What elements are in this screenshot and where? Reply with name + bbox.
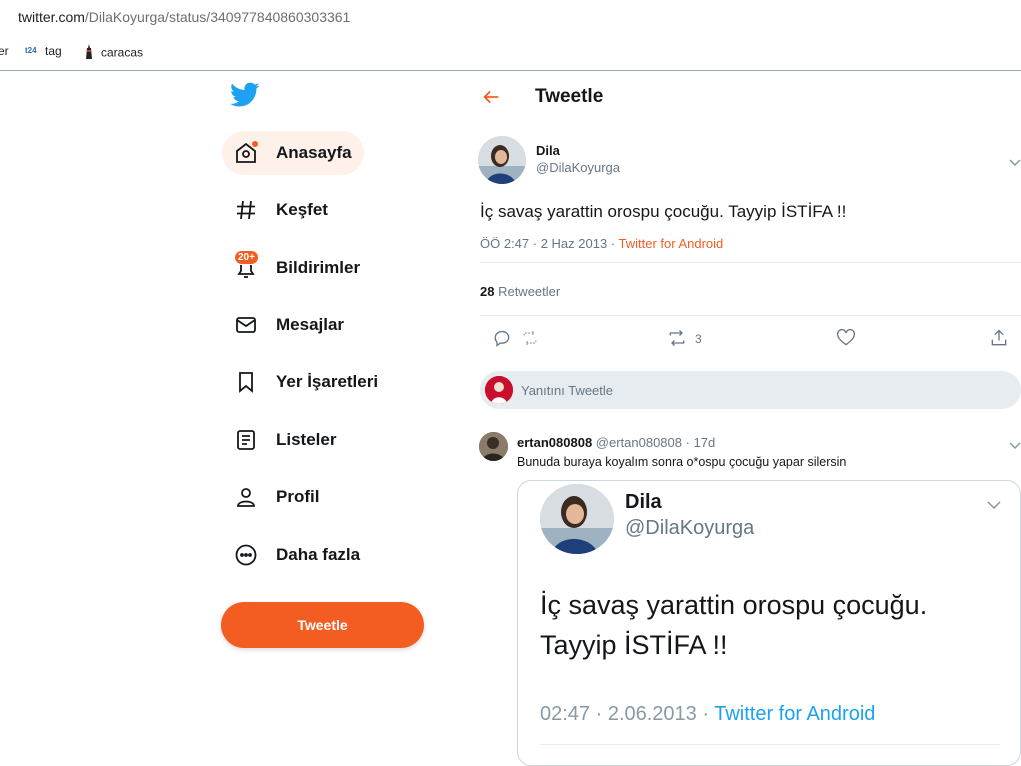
divider <box>480 315 1021 316</box>
page-header: Tweetle <box>480 82 1020 112</box>
reply-icon <box>492 328 512 351</box>
attached-image-card[interactable]: Dila @DilaKoyurga İç savaş yarattin oros… <box>517 480 1021 766</box>
card-divider <box>540 744 1000 745</box>
card-source: Twitter for Android <box>714 703 876 725</box>
retweet-action-count: 3 <box>695 332 702 346</box>
nav-item-home[interactable]: Anasayfa <box>222 131 364 175</box>
chevron-down-icon[interactable] <box>1008 437 1021 450</box>
address-bar[interactable]: twitter.com/DilaKoyurga/status/340977840… <box>0 0 1021 36</box>
share-icon <box>989 328 1009 351</box>
tweet-meta: ÖÖ 2:47 · 2 Haz 2013 · Twitter for Andro… <box>480 236 723 251</box>
like-button[interactable] <box>836 328 856 350</box>
reply-text: Bunuda buraya koyalım sonra o*ospu çocuğ… <box>517 455 847 469</box>
divider <box>480 262 1021 263</box>
nav-label: Bildirimler <box>276 258 361 277</box>
nav-item-more[interactable]: Daha fazla <box>222 533 372 577</box>
avatar[interactable] <box>478 136 526 184</box>
notification-badge: 20+ <box>234 250 259 265</box>
chevron-down-icon[interactable] <box>1008 154 1021 167</box>
tower-icon <box>83 44 95 63</box>
card-chevron-down-icon <box>986 497 1001 510</box>
bookmark-item-caracas[interactable]: caracas <box>83 44 143 63</box>
author-handle[interactable]: @DilaKoyurga <box>536 160 620 175</box>
back-arrow-icon[interactable] <box>480 86 502 108</box>
t24-icon: t24 <box>25 45 37 55</box>
share-button[interactable] <box>989 328 1009 350</box>
url-text[interactable]: twitter.com/DilaKoyurga/status/340977840… <box>18 9 350 25</box>
card-avatar <box>540 484 614 554</box>
author-name[interactable]: Dila <box>536 143 560 158</box>
heart-icon <box>836 328 856 351</box>
retweet-label: Retweetler <box>494 284 561 299</box>
nav-item-explore[interactable]: Keşfet <box>222 188 340 232</box>
compose-tweet-button[interactable]: Tweetle <box>221 602 424 648</box>
retweet-icon <box>667 328 687 351</box>
reply-header: ertan080808 @ertan080808 · 17d <box>517 435 715 450</box>
notification-dot <box>252 141 258 147</box>
nav-item-profile[interactable]: Profil <box>222 475 331 519</box>
nav-item-bookmarks[interactable]: Yer İşaretleri <box>222 360 390 404</box>
nav-label: Keşfet <box>276 200 328 219</box>
card-tweet-text: İç savaş yarattin orospu çocuğu. Tayyip … <box>540 590 928 660</box>
retweet-small-icon <box>520 328 540 351</box>
card-author-handle: @DilaKoyurga <box>625 517 755 539</box>
card-author-name: Dila <box>625 491 662 513</box>
twitter-bird-icon[interactable] <box>230 82 260 108</box>
reply-button[interactable] <box>492 328 512 350</box>
mail-icon <box>234 313 258 337</box>
chrome-divider <box>0 70 1021 71</box>
bookmark-item-er[interactable]: er <box>0 44 9 58</box>
bookmarks-bar: er t24 tag caracas <box>0 38 1021 66</box>
tweet-text: İç savaş yarattin orospu çocuğu. Tayyip … <box>480 202 847 221</box>
profile-icon <box>234 485 258 509</box>
nav-label: Profil <box>276 487 320 506</box>
url-path: /DilaKoyurga/status/340977840860303361 <box>84 9 351 25</box>
bell-icon: 20+ <box>234 250 259 280</box>
bookmark-label: er <box>0 44 9 58</box>
nav-label: Yer İşaretleri <box>276 372 379 391</box>
retweet-count[interactable]: 28 Retweetler <box>480 284 560 299</box>
nav-item-messages[interactable]: Mesajlar <box>222 303 356 347</box>
retweet-number: 28 <box>480 284 495 299</box>
retweet-broken-button[interactable] <box>520 328 540 350</box>
bookmark-icon <box>234 370 258 394</box>
url-host: twitter.com <box>18 9 85 25</box>
bookmark-item-tag[interactable]: t24 tag <box>25 44 62 58</box>
reply-author-name[interactable]: ertan080808 <box>517 435 592 450</box>
bookmark-label: caracas <box>101 45 144 60</box>
nav-item-lists[interactable]: Listeler <box>222 418 348 462</box>
nav-label: Daha fazla <box>276 545 361 564</box>
tweet-source[interactable]: Twitter for Android <box>619 236 724 251</box>
nav-label: Anasayfa <box>276 143 352 162</box>
page-title: Tweetle <box>535 86 604 107</box>
nav-item-notifications[interactable]: 20+ Bildirimler <box>222 246 372 290</box>
card-meta: 02:47 · 2.06.2013 · Twitter for Android <box>540 703 875 726</box>
avatar[interactable] <box>479 432 508 461</box>
home-icon <box>234 141 258 165</box>
nav-label: Mesajlar <box>276 315 345 334</box>
bookmark-label: tag <box>45 44 62 58</box>
nav-label: Listeler <box>276 430 337 449</box>
list-icon <box>234 428 258 452</box>
reply-handle-time[interactable]: @ertan080808 · 17d <box>592 435 715 450</box>
reply-placeholder: Yanıtını Tweetle <box>521 382 614 398</box>
hashtag-icon <box>234 198 258 222</box>
retweet-button[interactable]: 3 <box>667 328 702 350</box>
card-time: 02:47 · 2.06.2013 · <box>540 703 715 725</box>
reply-compose-box[interactable]: Yanıtını Tweetle <box>480 371 1021 409</box>
more-icon <box>234 543 258 567</box>
current-user-avatar <box>485 376 513 404</box>
tweet-time[interactable]: ÖÖ 2:47 · 2 Haz 2013 · <box>480 236 619 251</box>
